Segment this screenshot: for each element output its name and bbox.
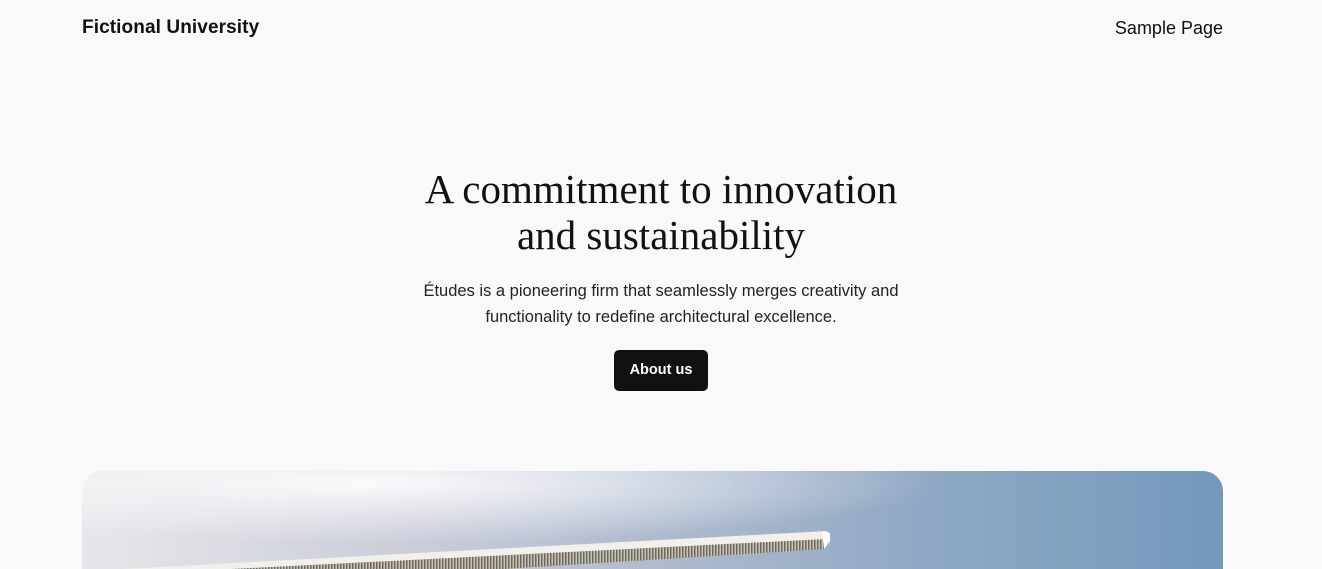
hero-subtitle-line-2: functionality to redefine architectural … — [485, 308, 837, 326]
hero-title-line-1: A commitment to innovation — [424, 166, 898, 212]
hero-subtitle: Études is a pioneering firm that seamles… — [391, 278, 931, 330]
primary-nav: Sample Page — [1115, 18, 1223, 39]
site-title-link[interactable]: Fictional University — [82, 17, 259, 39]
about-us-button[interactable]: About us — [613, 350, 709, 391]
hero-title: A commitment to innovation and sustainab… — [0, 166, 1322, 258]
hero-title-line-2: and sustainability — [516, 212, 806, 258]
nav-item-sample-page[interactable]: Sample Page — [1115, 18, 1223, 38]
hero-section: A commitment to innovation and sustainab… — [0, 166, 1322, 391]
hero-building-image — [82, 471, 1223, 569]
building-photo-illustration — [82, 471, 1223, 569]
site-header: Fictional University Sample Page — [82, 14, 1223, 42]
hero-subtitle-line-1: Études is a pioneering firm that seamles… — [423, 282, 899, 300]
